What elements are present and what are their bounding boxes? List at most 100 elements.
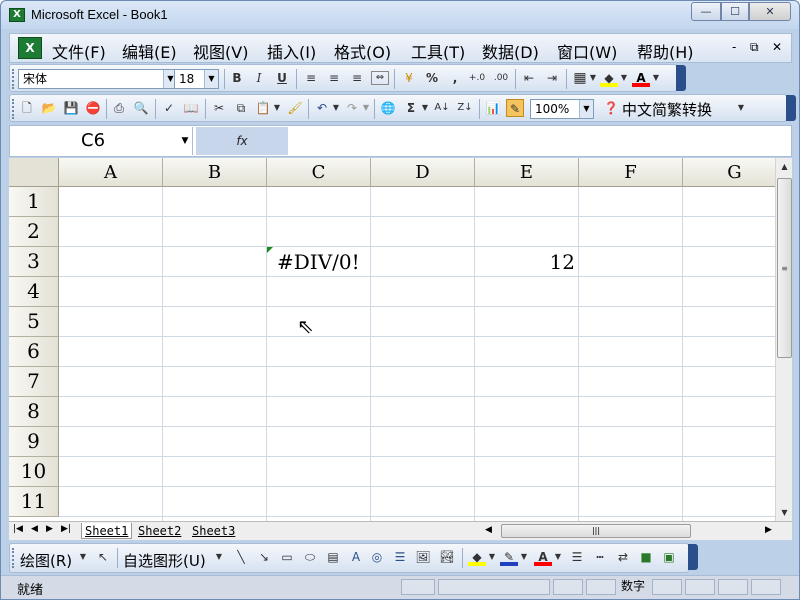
insert-picture-icon[interactable]: 🏞	[438, 548, 456, 566]
row-header-11[interactable]: 11	[9, 487, 59, 517]
arrow-style-icon[interactable]: ⇄	[614, 548, 632, 566]
sheet-tab-3[interactable]: Sheet3	[189, 523, 238, 539]
column-header-g[interactable]: G	[683, 158, 775, 187]
font-color-icon[interactable]: A	[632, 69, 650, 87]
sort-descending-icon[interactable]: Z↓	[456, 99, 474, 117]
toolbar-grip[interactable]	[12, 69, 15, 89]
3d-style-icon[interactable]: ▣	[660, 548, 678, 566]
row-header-9[interactable]: 9	[9, 427, 59, 457]
worksheet-grid[interactable]: A B C D E F G 1 2 3 4 5 6 7 8 9 10 11 #D…	[9, 158, 775, 521]
organization-chart-icon[interactable]: ☰	[391, 548, 409, 566]
select-all-button[interactable]	[9, 158, 59, 187]
chevron-down-icon[interactable]: ▼	[487, 548, 497, 566]
workbook-icon[interactable]: X	[18, 37, 42, 59]
menu-window[interactable]: 窗口(W)	[557, 39, 617, 63]
menu-format[interactable]: 格式(O)	[334, 39, 391, 63]
decrease-decimal-icon[interactable]: .00	[492, 69, 510, 87]
row-header-7[interactable]: 7	[9, 367, 59, 397]
underline-button[interactable]: U	[273, 69, 291, 87]
zoom-combo[interactable]: 100% ▼	[530, 99, 594, 119]
last-sheet-icon[interactable]: ▶|	[61, 524, 71, 534]
fill-color-icon[interactable]: ◆	[468, 548, 486, 566]
chevron-down-icon[interactable]: ▼	[272, 99, 282, 117]
line-color-icon[interactable]: ✎	[500, 548, 518, 566]
autoshapes-menu[interactable]: 自选图形(U)	[123, 550, 206, 571]
toolbar-options-button[interactable]	[688, 544, 698, 570]
chinese-convert-menu[interactable]: 中文简繁转换	[622, 99, 712, 120]
line-icon[interactable]: ╲	[232, 548, 250, 566]
undo-icon[interactable]: ↶	[313, 99, 331, 117]
print-preview-icon[interactable]: 🔍	[132, 99, 150, 117]
chevron-down-icon[interactable]: ▼	[178, 127, 192, 155]
chevron-down-icon[interactable]: ▼	[519, 548, 529, 566]
toolbar-options-button[interactable]	[786, 95, 796, 121]
row-header-3[interactable]: 3	[9, 247, 59, 277]
minimize-button[interactable]: —	[691, 2, 721, 21]
error-indicator-icon[interactable]	[267, 247, 273, 253]
arrow-icon[interactable]: ↘	[255, 548, 273, 566]
new-icon[interactable]: 🗋	[18, 99, 36, 117]
vertical-scrollbar[interactable]: ▲ ≡ ▼	[775, 158, 792, 521]
horizontal-scrollbar[interactable]: ◀ ||| ▶	[479, 523, 779, 539]
decrease-indent-icon[interactable]: ⇤	[520, 69, 538, 87]
prev-sheet-icon[interactable]: ◀	[31, 524, 38, 534]
save-icon[interactable]: 💾	[62, 99, 80, 117]
chevron-down-icon[interactable]: ▼	[78, 548, 88, 566]
scroll-up-icon[interactable]: ▲	[776, 158, 793, 175]
row-header-6[interactable]: 6	[9, 337, 59, 367]
row-header-2[interactable]: 2	[9, 217, 59, 247]
borders-icon[interactable]: ▦	[571, 69, 589, 87]
menu-view[interactable]: 视图(V)	[193, 39, 248, 63]
chart-wizard-icon[interactable]: 📊	[484, 99, 502, 117]
align-right-icon[interactable]: ≡	[348, 69, 366, 87]
merge-center-icon[interactable]: ⇔	[371, 71, 389, 85]
wordart-icon[interactable]: A	[347, 548, 365, 566]
diagram-icon[interactable]: ◎	[368, 548, 386, 566]
increase-indent-icon[interactable]: ⇥	[543, 69, 561, 87]
shadow-style-icon[interactable]: ■	[637, 548, 655, 566]
row-header-4[interactable]: 4	[9, 277, 59, 307]
menu-tools[interactable]: 工具(T)	[411, 39, 465, 63]
menu-insert[interactable]: 插入(I)	[267, 39, 316, 63]
help-icon[interactable]: ❓	[602, 99, 620, 117]
mdi-minimize-button[interactable]: -	[732, 40, 736, 54]
mdi-close-button[interactable]: ✕	[772, 40, 782, 54]
dash-style-icon[interactable]: ┅	[591, 548, 609, 566]
horizontal-scroll-thumb[interactable]: |||	[501, 524, 691, 538]
first-sheet-icon[interactable]: |◀	[13, 524, 23, 534]
maximize-button[interactable]: ☐	[721, 2, 749, 21]
drawing-icon[interactable]: ✎	[506, 99, 524, 117]
row-header-5[interactable]: 5	[9, 307, 59, 337]
mdi-restore-button[interactable]: ⧉	[750, 40, 759, 55]
hyperlink-icon[interactable]: 🌐	[379, 99, 397, 117]
align-left-icon[interactable]: ≡	[302, 69, 320, 87]
chevron-down-icon[interactable]: ▼	[214, 548, 224, 566]
paste-icon[interactable]: 📋	[254, 99, 272, 117]
cell-e3[interactable]: 12	[475, 247, 575, 277]
chevron-down-icon[interactable]: ▼	[619, 69, 629, 87]
rectangle-icon[interactable]: ▭	[278, 548, 296, 566]
chevron-down-icon[interactable]: ▼	[736, 99, 746, 117]
next-sheet-icon[interactable]: ▶	[46, 524, 53, 534]
open-icon[interactable]: 📂	[40, 99, 58, 117]
formula-input[interactable]	[290, 127, 790, 155]
row-header-1[interactable]: 1	[9, 187, 59, 217]
column-header-d[interactable]: D	[371, 158, 475, 187]
clip-art-icon[interactable]: 🖼	[414, 548, 432, 566]
permission-icon[interactable]: ⛔	[84, 99, 102, 117]
chevron-down-icon[interactable]: ▼	[553, 548, 563, 566]
toolbar-options-button[interactable]	[676, 65, 686, 91]
chevron-down-icon[interactable]: ▼	[204, 70, 218, 88]
print-icon[interactable]: ⎙	[110, 99, 128, 117]
close-button[interactable]: ✕	[749, 2, 791, 21]
align-center-icon[interactable]: ≡	[325, 69, 343, 87]
scroll-left-icon[interactable]: ◀	[485, 525, 492, 535]
autosum-button[interactable]: Σ	[402, 99, 420, 117]
insert-function-button[interactable]: fx	[196, 127, 288, 155]
row-header-8[interactable]: 8	[9, 397, 59, 427]
chevron-down-icon[interactable]: ▼	[331, 99, 341, 117]
name-box[interactable]: C6	[11, 127, 193, 155]
sort-ascending-icon[interactable]: A↓	[433, 99, 451, 117]
font-color-icon[interactable]: A	[534, 548, 552, 566]
toolbar-grip[interactable]	[12, 548, 15, 568]
